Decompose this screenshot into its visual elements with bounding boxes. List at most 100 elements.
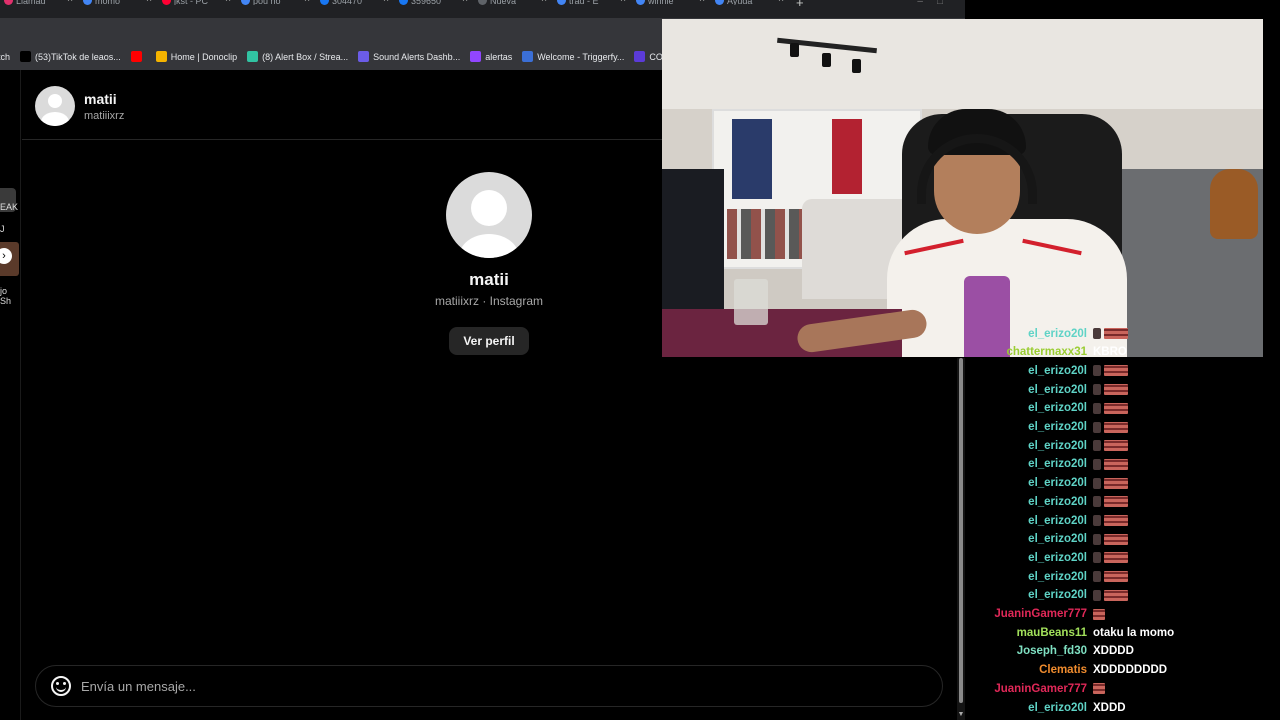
emote-icon xyxy=(1093,496,1101,508)
chat-username[interactable]: el_erizo20l xyxy=(965,328,1087,340)
browser-tab[interactable]: pou no × xyxy=(237,0,316,18)
bookmark-favicon-icon xyxy=(634,51,646,62)
close-tab-icon[interactable]: × xyxy=(778,0,784,5)
close-tab-icon[interactable]: × xyxy=(225,0,231,5)
chat-username[interactable]: el_erizo20l xyxy=(965,515,1087,527)
screen: { "browser": { "tabs": [ {"label": "Llam… xyxy=(0,0,1280,720)
browser-tab[interactable]: Ayuda × xyxy=(711,0,790,18)
browser-tab[interactable]: 304470 × xyxy=(316,0,395,18)
bookmark-favicon-icon xyxy=(470,51,482,62)
webcam-clothes xyxy=(732,119,772,199)
close-tab-icon[interactable]: × xyxy=(146,0,152,5)
bookmark-item[interactable]: (53)TikTok de leaos... xyxy=(20,51,121,62)
emote-icon xyxy=(1104,421,1128,433)
chat-username[interactable]: el_erizo20l xyxy=(965,384,1087,396)
tab-label: winnie xyxy=(648,0,674,5)
scrollbar-thumb[interactable] xyxy=(959,358,963,703)
browser-tab[interactable]: trad - E × xyxy=(553,0,632,18)
browser-tab[interactable]: 359650 × xyxy=(395,0,474,18)
chat-username[interactable]: el_erizo20l xyxy=(965,533,1087,545)
chat-username[interactable]: el_erizo20l xyxy=(965,440,1087,452)
close-tab-icon[interactable]: × xyxy=(67,0,73,5)
webcam-ceiling xyxy=(662,19,1263,109)
chat-username[interactable]: el_erizo20l xyxy=(965,496,1087,508)
chat-username[interactable]: el_erizo20l xyxy=(965,477,1087,489)
browser-tab[interactable]: jkst - PC × xyxy=(158,0,237,18)
stream-chat: el_erizo20l chattermaxx31 KBRO el_erizo20l e… xyxy=(965,318,1280,720)
bookmark-item[interactable]: alertas xyxy=(470,51,512,62)
chat-message: Joseph_fd30 XDDDD xyxy=(965,642,1280,661)
chat-username[interactable]: mauBeans11 xyxy=(965,627,1087,639)
chat-username[interactable]: JuaninGamer777 xyxy=(965,683,1087,695)
scrollbar[interactable]: ▼ xyxy=(957,358,965,720)
webcam-mug xyxy=(734,279,768,325)
chat-username[interactable]: el_erizo20l xyxy=(965,552,1087,564)
chat-message: el_erizo20l xyxy=(965,399,1280,418)
chat-username[interactable]: chattermaxx31 xyxy=(965,346,1087,358)
message-composer xyxy=(35,665,943,707)
background-text: jo Sh xyxy=(0,286,12,306)
chat-username[interactable]: el_erizo20l xyxy=(965,589,1087,601)
chat-message: el_erizo20l xyxy=(965,567,1280,586)
new-tab-button[interactable]: + xyxy=(796,0,804,10)
chat-username[interactable]: JuaninGamer777 xyxy=(965,608,1087,620)
chat-message: JuaninGamer777 xyxy=(965,605,1280,624)
chat-username[interactable]: el_erizo20l xyxy=(965,458,1087,470)
bookmark-item[interactable]: Welcome - Triggerfy... xyxy=(522,51,624,62)
close-tab-icon[interactable]: × xyxy=(462,0,468,5)
conversation-title[interactable]: matii xyxy=(84,91,117,107)
bookmark-label: alertas xyxy=(485,51,513,62)
browser-tab[interactable]: Llamad × xyxy=(0,0,79,18)
bookmark-label: (53)TikTok de leaos... xyxy=(35,51,121,62)
conversation-username: matiiixrz xyxy=(84,110,125,122)
scroll-down-arrow-icon[interactable]: ▼ xyxy=(957,711,965,718)
webcam-lamp xyxy=(822,53,831,67)
chat-username[interactable]: el_erizo20l xyxy=(965,571,1087,583)
chat-message: el_erizo20l xyxy=(965,361,1280,380)
chat-username[interactable]: el_erizo20l xyxy=(965,421,1087,433)
emote-icon xyxy=(1093,552,1101,564)
webcam-lamp xyxy=(852,59,861,73)
tab-label: Nueva xyxy=(490,0,517,5)
chat-text xyxy=(1093,328,1128,339)
emoji-icon[interactable] xyxy=(51,676,71,696)
browser-tab[interactable]: momo × xyxy=(79,0,158,18)
chat-text xyxy=(1093,402,1128,414)
chat-username[interactable]: Joseph_fd30 xyxy=(965,645,1087,657)
chat-text xyxy=(1093,440,1128,452)
chat-username[interactable]: el_erizo20l xyxy=(965,365,1087,377)
chat-username[interactable]: el_erizo20l xyxy=(965,402,1087,414)
bookmark-item[interactable]: tch xyxy=(0,52,10,62)
tab-favicon-icon xyxy=(399,0,408,5)
message-input[interactable] xyxy=(81,674,921,698)
background-window-sliver: EAK J › jo Sh xyxy=(0,70,21,720)
tab-favicon-icon xyxy=(83,0,92,5)
emote-icon xyxy=(1104,402,1128,414)
window-controls[interactable]: –□ xyxy=(917,0,957,7)
emote-icon xyxy=(1093,458,1101,470)
close-tab-icon[interactable]: × xyxy=(699,0,705,5)
close-tab-icon[interactable]: × xyxy=(383,0,389,5)
browser-tab[interactable]: winnie × xyxy=(632,0,711,18)
bookmark-favicon-icon xyxy=(522,51,534,62)
emote-icon xyxy=(1093,571,1101,583)
browser-tab[interactable]: Nueva × xyxy=(474,0,553,18)
bookmark-item[interactable]: Sound Alerts Dashb... xyxy=(358,51,460,62)
avatar[interactable] xyxy=(35,86,75,126)
tab-label: momo xyxy=(95,0,121,5)
close-tab-icon[interactable]: × xyxy=(620,0,626,5)
chat-username[interactable]: el_erizo20l xyxy=(965,702,1087,714)
view-profile-button[interactable]: Ver perfil xyxy=(449,327,529,355)
webcam-plush xyxy=(1210,169,1258,239)
bookmark-item[interactable]: Home | Donoclip xyxy=(155,51,237,62)
close-tab-icon[interactable]: × xyxy=(541,0,547,5)
chat-text: XDDDD xyxy=(1093,645,1134,657)
bookmark-item[interactable]: (8) Alert Box / Strea... xyxy=(247,51,348,62)
chat-username[interactable]: Clematis xyxy=(965,664,1087,676)
bookmark-item[interactable] xyxy=(130,51,146,62)
profile-avatar xyxy=(446,172,532,258)
webcam-lamp xyxy=(790,43,799,57)
emote-icon xyxy=(1093,402,1101,414)
close-tab-icon[interactable]: × xyxy=(304,0,310,5)
bookmark-label: tch xyxy=(0,51,11,62)
